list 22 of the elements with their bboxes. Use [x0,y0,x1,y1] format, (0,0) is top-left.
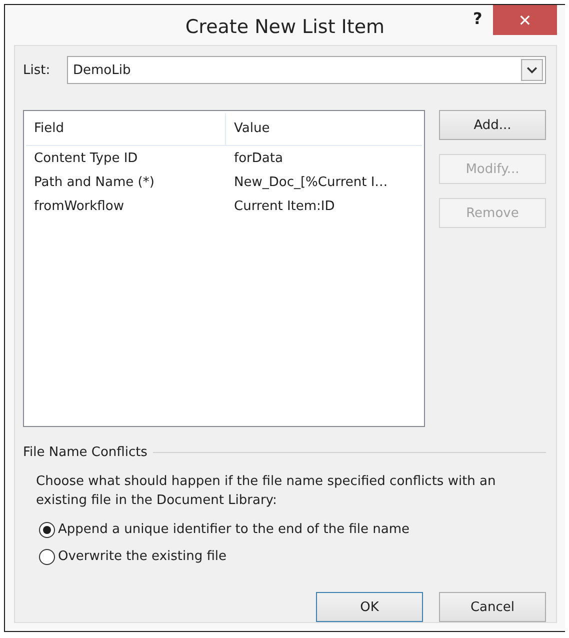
column-header[interactable]: Value [226,113,422,145]
table-cell-text: Current Item:ID [233,198,336,214]
list-dropdown[interactable]: DemoLib [67,56,546,84]
window-title: Create New List Item [185,16,385,38]
table-cell-text: Content Type ID [33,150,139,166]
dialog-button[interactable]: OK [316,592,423,622]
action-button[interactable]: Add... [439,110,546,140]
group-title: File Name Conflicts [23,445,148,460]
radio-label[interactable]: Append a unique identifier to the end of the file name [58,522,410,537]
list-label: List: [23,62,52,78]
help-button[interactable]: ? [473,9,482,28]
radio-button[interactable] [39,522,55,538]
close-button[interactable]: ✕ [493,5,557,35]
column-header[interactable]: Field [26,113,226,145]
description-text: Choose what should happen if the file name specified conflicts with an existing file in the Document Library: [36,473,497,510]
radio-button[interactable] [39,548,55,564]
table-cell-text: Path and Name (*) [33,174,156,190]
table-cell-text: New_Doc_[%Current I… [233,174,389,190]
table-cell-text: forData [233,150,284,166]
dialog-button[interactable]: Cancel [439,592,546,622]
table-cell-text: fromWorkflow [33,198,125,214]
radio-label[interactable]: Overwrite the existing file [58,549,227,564]
